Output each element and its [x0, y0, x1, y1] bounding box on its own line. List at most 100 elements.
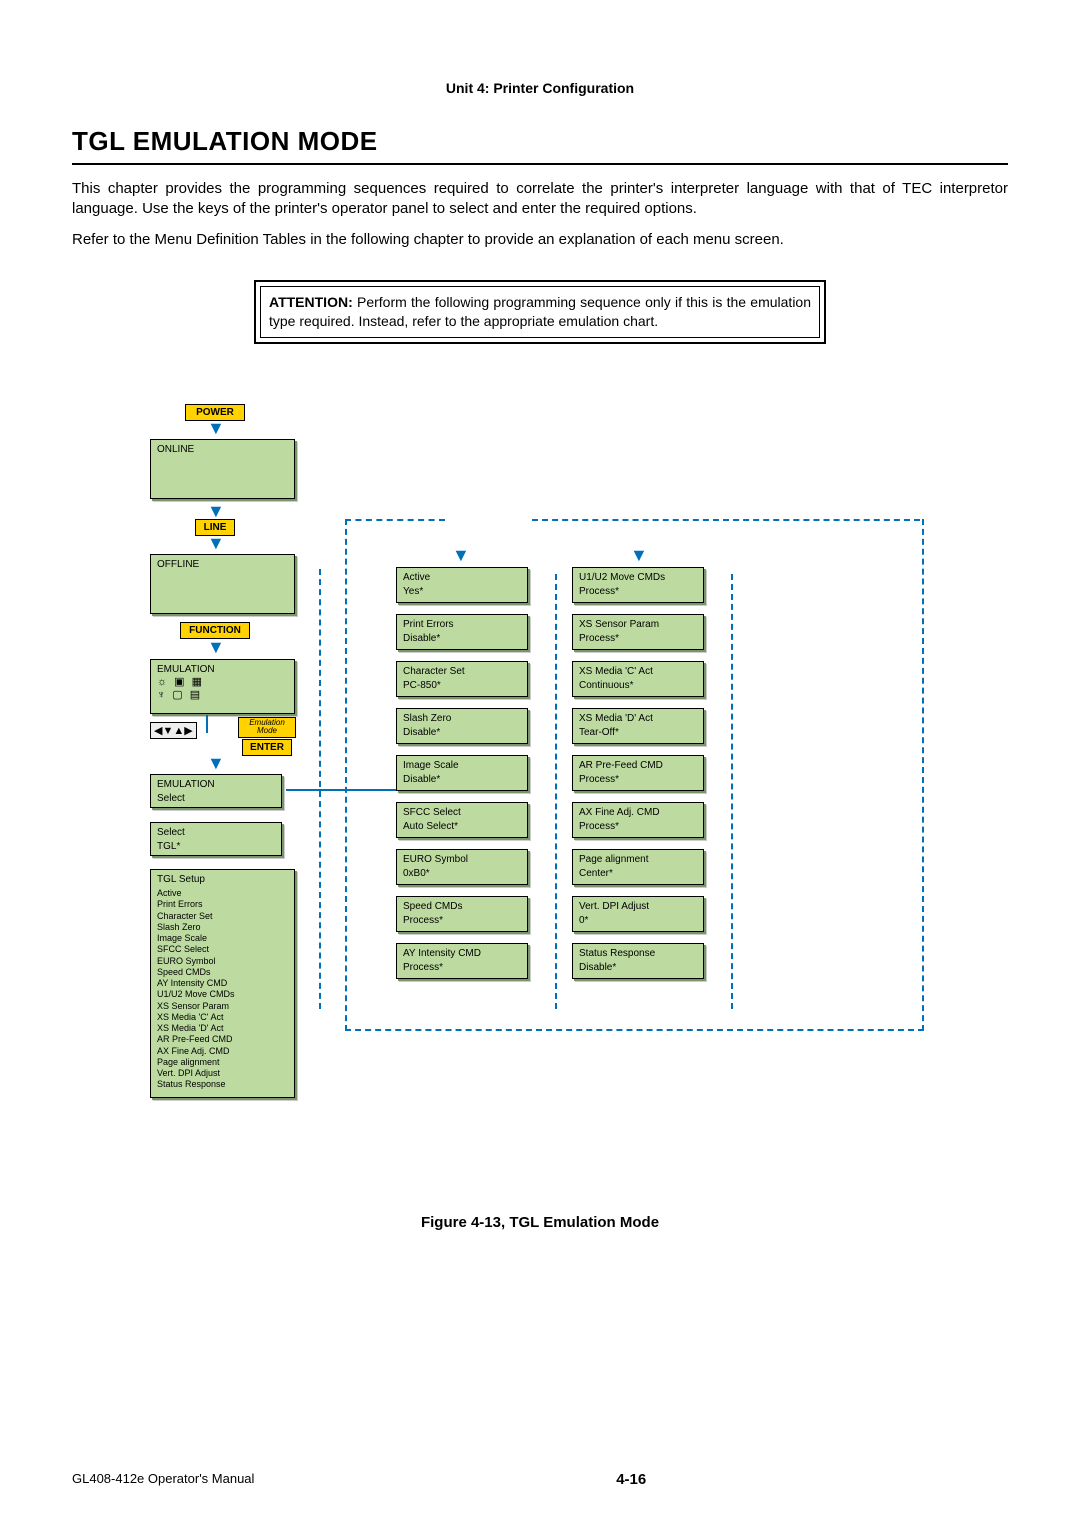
- setting-label: Image Scale: [403, 759, 521, 773]
- page-footer: GL408-412e Operator's Manual 4-16: [72, 1471, 1008, 1488]
- setting-box: AR Pre-Feed CMD Process*: [572, 755, 704, 791]
- connector-line: [286, 789, 396, 791]
- select-label: Select: [157, 826, 275, 840]
- arrow-down-icon: ▼: [207, 638, 225, 656]
- setting-label: U1/U2 Move CMDs: [579, 571, 697, 585]
- figure-caption: Figure 4-13, TGL Emulation Mode: [72, 1214, 1008, 1231]
- setting-box: AY Intensity CMD Process*: [396, 943, 528, 979]
- setting-value: Tear-Off*: [579, 726, 697, 740]
- title-rule: [72, 163, 1008, 165]
- dashed-top-right: [532, 519, 920, 521]
- arrow-down-icon: ▼: [630, 546, 648, 564]
- setting-box: SFCC Select Auto Select*: [396, 802, 528, 838]
- setting-label: AR Pre-Feed CMD: [579, 759, 697, 773]
- setting-box: Speed CMDs Process*: [396, 896, 528, 932]
- tgl-setup-item: Character Set: [157, 911, 288, 922]
- flowchart: POWER ▼ ONLINE ▼ LINE ▼ OFFLINE FUNCTION…: [150, 404, 930, 1144]
- emu-select-value: Select: [157, 792, 275, 806]
- emulation-screen: EMULATION ☼ ▣ ▦♆ ▢ ▤: [150, 659, 295, 714]
- tgl-setup-item: Print Errors: [157, 899, 288, 910]
- function-button: FUNCTION: [180, 622, 250, 639]
- tgl-setup-item: XS Media 'D' Act: [157, 1023, 288, 1034]
- setting-value: 0xB0*: [403, 867, 521, 881]
- arrow-down-icon: ▼: [207, 502, 225, 520]
- emulation-title: EMULATION: [157, 664, 288, 675]
- setting-box: Slash Zero Disable*: [396, 708, 528, 744]
- select-value: TGL*: [157, 840, 275, 854]
- setting-box: Active Yes*: [396, 567, 528, 603]
- setting-value: Process*: [403, 961, 521, 975]
- page-title: TGL EMULATION MODE: [72, 126, 1008, 157]
- online-screen: ONLINE: [150, 439, 295, 499]
- attention-box: ATTENTION: Perform the following program…: [254, 280, 826, 344]
- setting-value: Auto Select*: [403, 820, 521, 834]
- setting-label: Status Response: [579, 947, 697, 961]
- connector-line: [206, 715, 208, 733]
- setting-label: XS Media 'C' Act: [579, 665, 697, 679]
- dashed-connector-mid2: [731, 574, 733, 1009]
- setting-value: Disable*: [403, 726, 521, 740]
- emu-select-title: EMULATION: [157, 778, 275, 792]
- intro-paragraph-2: Refer to the Menu Definition Tables in t…: [72, 230, 1008, 250]
- offline-screen: OFFLINE: [150, 554, 295, 614]
- setting-value: Continuous*: [579, 679, 697, 693]
- setting-value: Process*: [579, 585, 697, 599]
- tgl-setup-item: U1/U2 Move CMDs: [157, 989, 288, 1000]
- setting-label: EURO Symbol: [403, 853, 521, 867]
- setting-box: Status Response Disable*: [572, 943, 704, 979]
- tgl-setup-item: Active: [157, 888, 288, 899]
- setting-box: XS Media 'D' Act Tear-Off*: [572, 708, 704, 744]
- emulation-mode-label: Emulation Mode: [238, 717, 296, 739]
- emulation-icons: ☼ ▣ ▦♆ ▢ ▤: [157, 675, 288, 701]
- setting-label: SFCC Select: [403, 806, 521, 820]
- setting-box: Vert. DPI Adjust 0*: [572, 896, 704, 932]
- online-label: ONLINE: [157, 444, 288, 455]
- setting-box: EURO Symbol 0xB0*: [396, 849, 528, 885]
- tgl-setup-item: Status Response: [157, 1079, 288, 1090]
- tgl-setup-screen: TGL Setup Active Print Errors Character …: [150, 869, 295, 1098]
- setting-label: Active: [403, 571, 521, 585]
- emulation-select-screen: EMULATION Select: [150, 774, 282, 808]
- setting-label: Print Errors: [403, 618, 521, 632]
- tgl-setup-item: XS Sensor Param: [157, 1001, 288, 1012]
- tgl-setup-item: Vert. DPI Adjust: [157, 1068, 288, 1079]
- tgl-setup-item: EURO Symbol: [157, 956, 288, 967]
- setting-value: Disable*: [403, 773, 521, 787]
- tgl-setup-item: SFCC Select: [157, 944, 288, 955]
- setting-label: Slash Zero: [403, 712, 521, 726]
- tgl-setup-item: Page alignment: [157, 1057, 288, 1068]
- arrow-down-icon: ▼: [207, 754, 225, 772]
- arrow-down-icon: ▼: [207, 419, 225, 437]
- tgl-setup-item: Image Scale: [157, 933, 288, 944]
- offline-label: OFFLINE: [157, 559, 288, 570]
- setting-value: 0*: [579, 914, 697, 928]
- setting-value: Process*: [579, 632, 697, 646]
- select-tgl-screen: Select TGL*: [150, 822, 282, 856]
- tgl-setup-item: AX Fine Adj. CMD: [157, 1046, 288, 1057]
- dashed-top-left: [345, 519, 445, 521]
- setting-value: Process*: [579, 820, 697, 834]
- dashed-connector-mid: [555, 574, 557, 1009]
- setting-value: PC-850*: [403, 679, 521, 693]
- tgl-setup-item: Speed CMDs: [157, 967, 288, 978]
- setting-box: Image Scale Disable*: [396, 755, 528, 791]
- setting-label: XS Sensor Param: [579, 618, 697, 632]
- tgl-setup-item: AY Intensity CMD: [157, 978, 288, 989]
- arrow-down-icon: ▼: [207, 534, 225, 552]
- enter-button: ENTER: [242, 739, 292, 756]
- setting-label: Vert. DPI Adjust: [579, 900, 697, 914]
- setting-box: XS Sensor Param Process*: [572, 614, 704, 650]
- unit-label: Unit 4: Printer Configuration: [72, 80, 1008, 96]
- setting-value: Yes*: [403, 585, 521, 599]
- arrow-down-icon: ▼: [452, 546, 470, 564]
- setting-value: Center*: [579, 867, 697, 881]
- arrow-keys-icon: ◀▼▲▶: [150, 722, 197, 739]
- setting-box: Page alignment Center*: [572, 849, 704, 885]
- tgl-setup-title: TGL Setup: [157, 874, 288, 887]
- setting-label: Page alignment: [579, 853, 697, 867]
- attention-label: ATTENTION:: [269, 294, 353, 310]
- setting-label: Character Set: [403, 665, 521, 679]
- intro-paragraph-1: This chapter provides the programming se…: [72, 179, 1008, 220]
- setting-value: Process*: [579, 773, 697, 787]
- setting-value: Disable*: [579, 961, 697, 975]
